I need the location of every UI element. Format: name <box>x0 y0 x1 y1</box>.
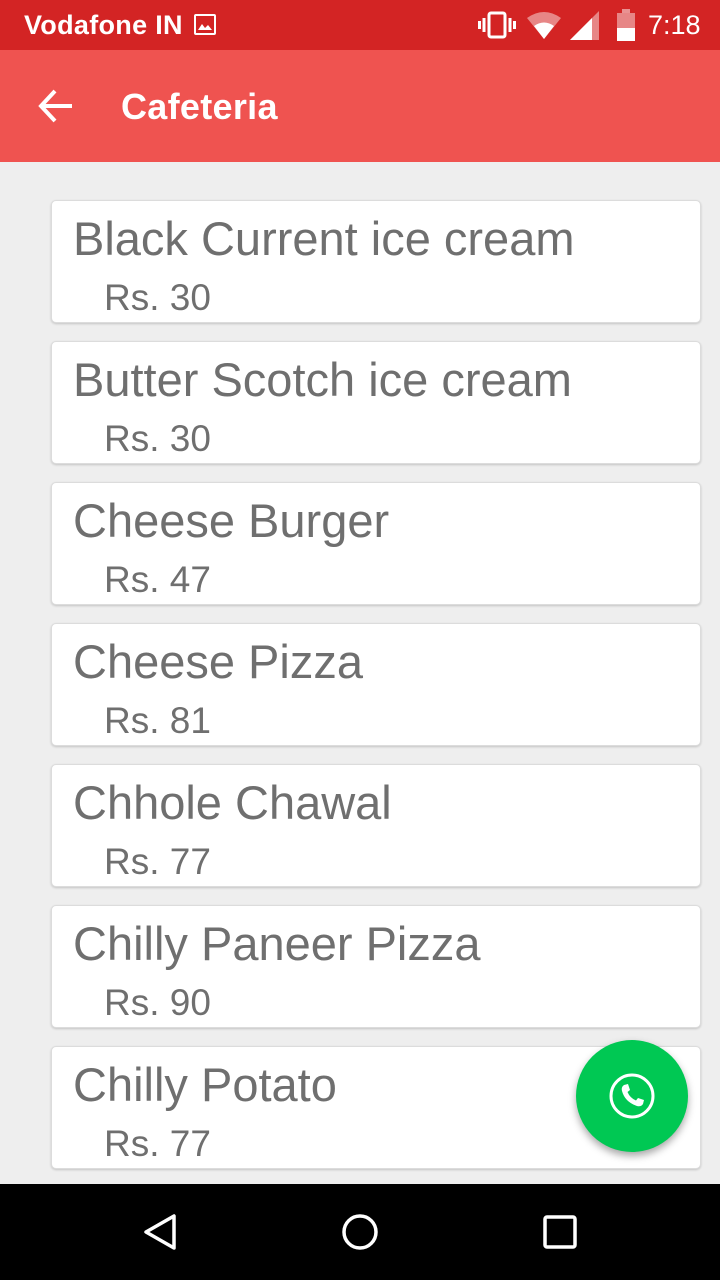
clock: 7:18 <box>648 10 701 40</box>
wifi-icon <box>526 10 562 45</box>
nav-back-icon[interactable] <box>140 1212 180 1257</box>
menu-item-price: Rs. 90 <box>104 982 211 1023</box>
menu-item-card[interactable]: Cheese Pizza Rs. 81 <box>51 623 701 746</box>
menu-item-price: Rs. 77 <box>104 1123 211 1164</box>
menu-item-card[interactable]: Chhole Chawal Rs. 77 <box>51 764 701 887</box>
signal-icon <box>568 9 600 46</box>
menu-item-price: Rs. 47 <box>104 559 211 600</box>
menu-item-card[interactable]: Chilly Paneer Pizza Rs. 90 <box>51 905 701 1028</box>
menu-item-name: Cheese Pizza <box>73 635 363 688</box>
arrow-left-icon[interactable] <box>36 86 76 126</box>
call-button[interactable] <box>576 1040 688 1152</box>
menu-item-price: Rs. 30 <box>104 277 211 318</box>
status-bar: Vodafone IN 7:18 <box>0 0 720 50</box>
app-bar: Cafeteria <box>0 50 720 162</box>
menu-item-name: Chilly Paneer Pizza <box>73 917 481 970</box>
image-icon <box>194 14 216 35</box>
menu-item-card[interactable]: Butter Scotch ice cream Rs. 30 <box>51 341 701 464</box>
menu-item-price: Rs. 30 <box>104 418 211 459</box>
nav-home-icon[interactable] <box>340 1212 380 1257</box>
menu-item-price: Rs. 77 <box>104 841 211 882</box>
menu-item-name: Black Current ice cream <box>73 212 575 265</box>
menu-item-name: Chhole Chawal <box>73 776 392 829</box>
vibrate-icon <box>478 10 516 45</box>
carrier-name: Vodafone IN <box>24 10 183 40</box>
page-title: Cafeteria <box>121 86 278 127</box>
battery-icon <box>616 9 636 46</box>
menu-item-card[interactable]: Cheese Burger Rs. 47 <box>51 482 701 605</box>
menu-item-price: Rs. 81 <box>104 700 211 741</box>
nav-recents-icon[interactable] <box>542 1214 578 1255</box>
menu-item-name: Cheese Burger <box>73 494 390 547</box>
menu-item-name: Butter Scotch ice cream <box>73 353 572 406</box>
menu-item-card[interactable]: Black Current ice cream Rs. 30 <box>51 200 701 323</box>
navigation-bar <box>0 1184 720 1280</box>
menu-item-name: Chilly Potato <box>73 1058 337 1111</box>
phone-icon <box>609 1073 655 1119</box>
menu-list[interactable]: Black Current ice cream Rs. 30 Butter Sc… <box>0 162 720 1184</box>
